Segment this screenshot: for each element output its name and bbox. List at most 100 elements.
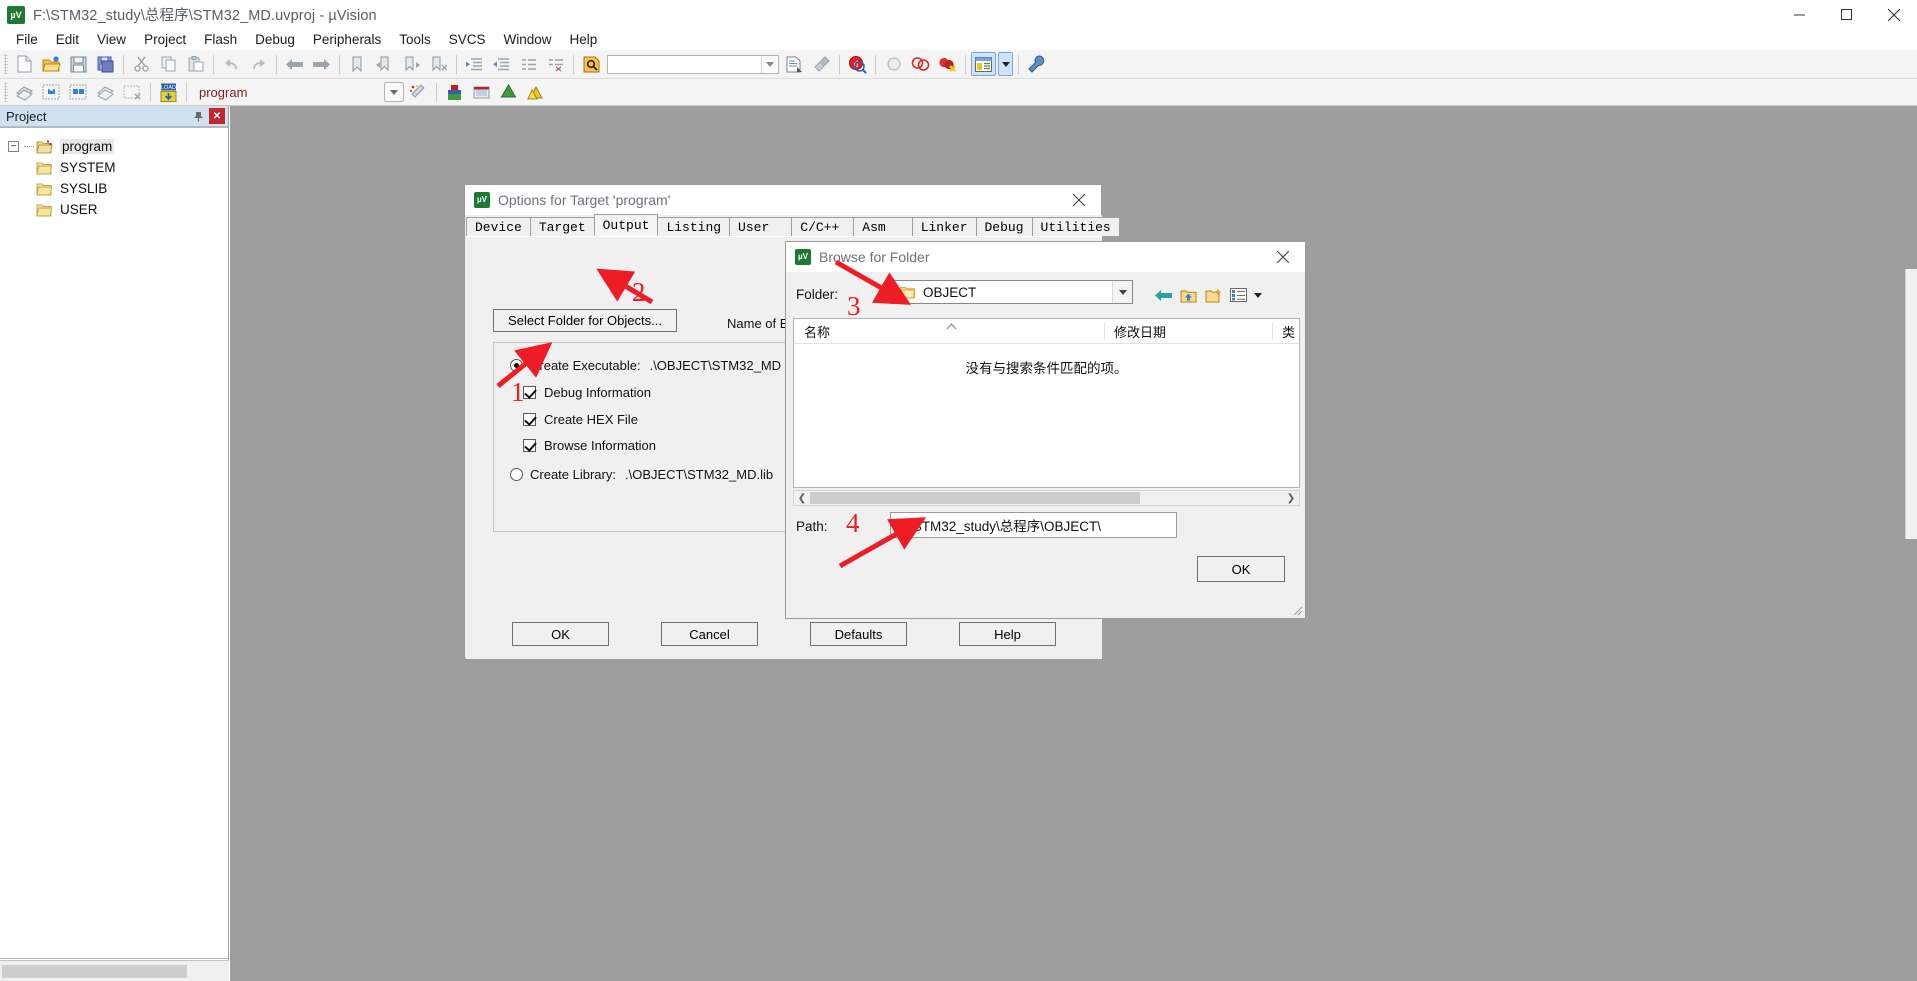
tree-node-syslib[interactable]: SYSLIB	[0, 178, 228, 199]
tab-user[interactable]: User	[729, 217, 793, 236]
find-icon[interactable]: d	[845, 52, 870, 76]
target-dropdown-icon[interactable]	[384, 82, 404, 102]
copy-icon[interactable]	[156, 52, 181, 76]
menu-help[interactable]: Help	[561, 29, 607, 50]
tab-device[interactable]: Device	[466, 217, 531, 236]
window-layout-icon[interactable]	[971, 52, 996, 76]
view-dropdown-icon[interactable]	[1251, 283, 1265, 307]
expander-icon[interactable]: −	[8, 141, 19, 152]
uncomment-icon[interactable]	[543, 52, 568, 76]
outdent-icon[interactable]	[489, 52, 514, 76]
translate-icon[interactable]	[12, 80, 37, 104]
tree-node-user[interactable]: USER	[0, 199, 228, 220]
debug-information-checkbox-row[interactable]: Debug Information	[523, 385, 651, 400]
scrollbar-thumb[interactable]	[2, 965, 187, 978]
toolbar-grip[interactable]	[4, 54, 8, 74]
minimize-button[interactable]	[1776, 0, 1823, 29]
path-input[interactable]: F:\STM32_study\总程序\OBJECT\	[890, 512, 1177, 538]
configure-target-icon[interactable]	[1024, 52, 1049, 76]
download-icon[interactable]: LOAD	[156, 80, 181, 104]
create-executable-radio-row[interactable]: Create Executable: .\OBJECT\STM32_MD	[510, 358, 781, 373]
close-button[interactable]	[1870, 0, 1917, 29]
menu-flash[interactable]: Flash	[195, 29, 246, 50]
bookmark-next-icon[interactable]	[399, 52, 424, 76]
undo-icon[interactable]	[219, 52, 244, 76]
menu-edit[interactable]: Edit	[47, 29, 88, 50]
tab-asm[interactable]: Asm	[853, 217, 913, 236]
save-all-icon[interactable]	[93, 52, 118, 76]
rebuild-all-icon[interactable]	[66, 80, 91, 104]
insert-breakpoint-icon[interactable]	[908, 52, 933, 76]
layout-dropdown-icon[interactable]	[998, 52, 1013, 76]
save-icon[interactable]	[66, 52, 91, 76]
toolbar-grip[interactable]	[4, 82, 8, 102]
scroll-right-icon[interactable]: ❯	[1283, 491, 1299, 505]
tab-linker[interactable]: Linker	[911, 217, 977, 236]
ok-button[interactable]: OK	[512, 622, 609, 646]
menu-project[interactable]: Project	[135, 29, 195, 50]
back-arrow-icon[interactable]	[1151, 283, 1176, 307]
column-type[interactable]: 类	[1282, 322, 1295, 341]
select-folder-for-objects-button[interactable]: Select Folder for Objects...	[493, 309, 677, 332]
comment-icon[interactable]	[516, 52, 541, 76]
menu-file[interactable]: File	[7, 29, 47, 50]
chevron-down-icon[interactable]	[761, 55, 778, 73]
cancel-button[interactable]: Cancel	[661, 622, 758, 646]
project-horizontal-scrollbar[interactable]	[0, 960, 229, 981]
manage-project-items-icon[interactable]	[442, 80, 467, 104]
tab-target[interactable]: Target	[529, 217, 595, 236]
browse-information-checkbox-row[interactable]: Browse Information	[523, 438, 656, 453]
resize-grip-icon[interactable]	[1290, 603, 1304, 617]
batch-build-icon[interactable]	[93, 80, 118, 104]
books-icon[interactable]	[523, 80, 548, 104]
checkbox-icon[interactable]	[523, 439, 536, 452]
create-hex-file-checkbox-row[interactable]: Create HEX File	[523, 412, 638, 427]
folder-combobox[interactable]: OBJECT	[890, 280, 1133, 304]
close-icon[interactable]	[1261, 242, 1305, 272]
view-mode-icon[interactable]	[1226, 283, 1251, 307]
tree-node-program[interactable]: − program	[0, 136, 228, 157]
navigate-back-icon[interactable]	[282, 52, 307, 76]
tab-debug[interactable]: Debug	[975, 217, 1033, 236]
project-tree[interactable]: − program SYSTEM SYSLIB USER	[0, 127, 228, 959]
start-debug-icon[interactable]	[881, 52, 906, 76]
target-selector[interactable]: program	[193, 83, 323, 102]
pack-installer-icon[interactable]	[496, 80, 521, 104]
workspace-vertical-scrollbar[interactable]	[1905, 269, 1917, 539]
browse-ok-button[interactable]: OK	[1197, 556, 1285, 582]
navigate-forward-icon[interactable]	[309, 52, 334, 76]
tab-output[interactable]: Output	[593, 214, 659, 236]
search-input[interactable]	[607, 54, 779, 74]
bookmark-toggle-icon[interactable]	[345, 52, 370, 76]
stop-build-icon[interactable]	[120, 80, 145, 104]
bookmark-prev-icon[interactable]	[372, 52, 397, 76]
bookmark-clear-icon[interactable]	[426, 52, 451, 76]
cut-icon[interactable]	[129, 52, 154, 76]
column-divider[interactable]	[1272, 323, 1273, 340]
column-name[interactable]: 名称	[804, 322, 830, 341]
open-file-icon[interactable]	[39, 52, 64, 76]
defaults-button[interactable]: Defaults	[810, 622, 907, 646]
new-file-icon[interactable]	[12, 52, 37, 76]
redo-icon[interactable]	[246, 52, 271, 76]
new-folder-icon[interactable]	[1201, 283, 1226, 307]
radio-icon[interactable]	[510, 359, 523, 372]
target-options-icon[interactable]	[406, 80, 431, 104]
radio-icon[interactable]	[510, 468, 523, 481]
scrollbar-thumb[interactable]	[810, 492, 1140, 504]
column-divider[interactable]	[1104, 323, 1105, 340]
close-icon[interactable]	[1057, 185, 1101, 215]
menu-debug[interactable]: Debug	[246, 29, 304, 50]
create-library-radio-row[interactable]: Create Library: .\OBJECT\STM32_MD.lib	[510, 467, 773, 482]
tab-listing[interactable]: Listing	[657, 217, 731, 236]
chevron-down-icon[interactable]	[1112, 281, 1132, 303]
pin-icon[interactable]	[190, 108, 206, 124]
menu-tools[interactable]: Tools	[390, 29, 440, 50]
configure-icon[interactable]	[809, 52, 834, 76]
help-button[interactable]: Help	[959, 622, 1056, 646]
menu-window[interactable]: Window	[494, 29, 560, 50]
menu-svcs[interactable]: SVCS	[440, 29, 495, 50]
folder-list-horizontal-scrollbar[interactable]: ❮ ❯	[793, 490, 1300, 506]
insert-file-icon[interactable]	[782, 52, 807, 76]
folder-list[interactable]: 名称 修改日期 类 没有与搜索条件匹配的项。	[793, 318, 1300, 488]
